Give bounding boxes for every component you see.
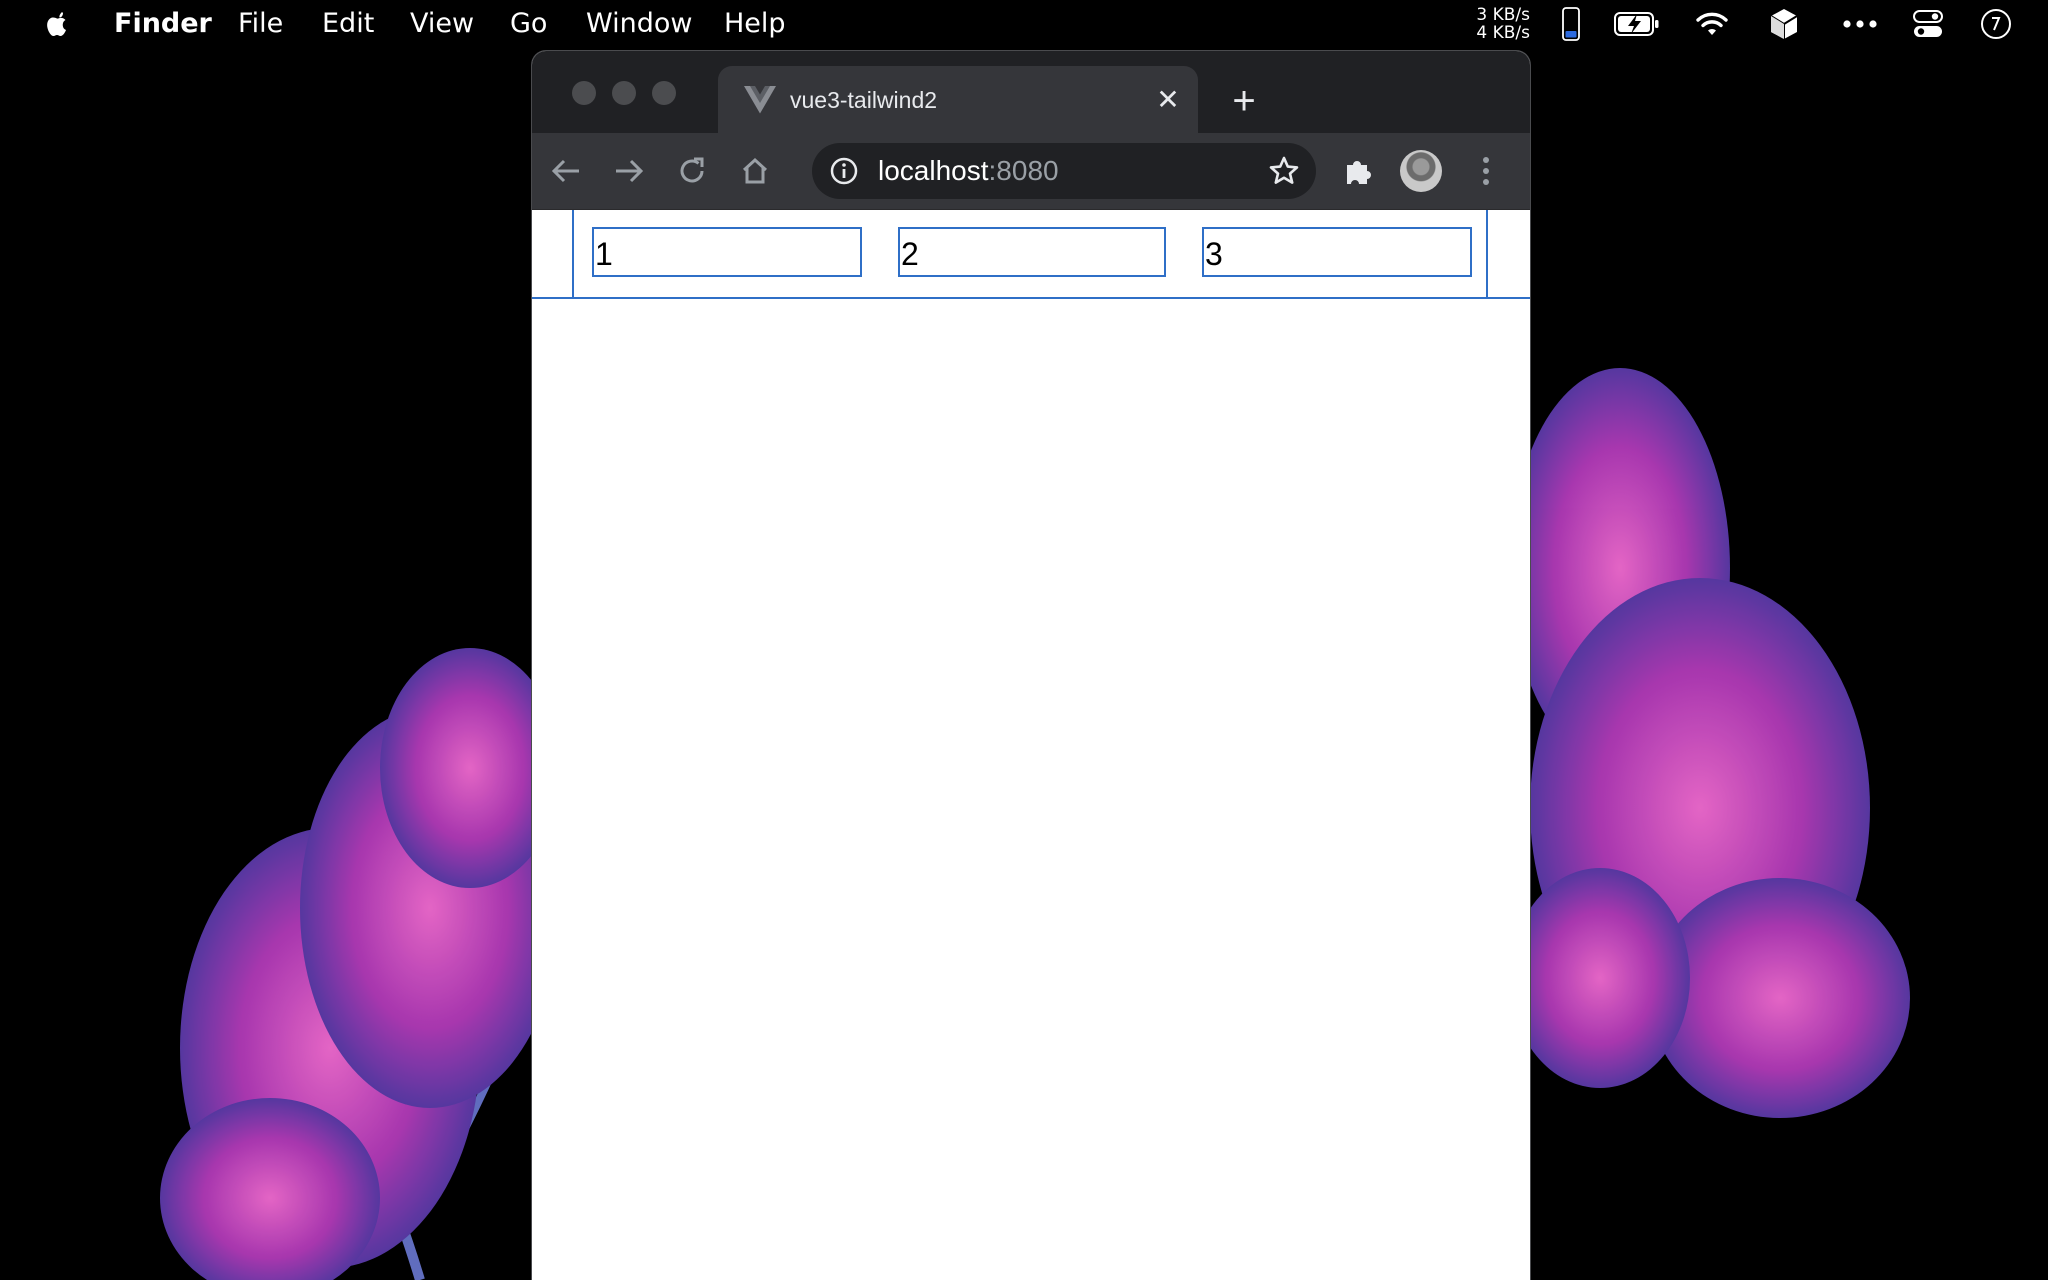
- site-info-icon[interactable]: [830, 157, 858, 185]
- home-icon[interactable]: [737, 153, 773, 189]
- control-center-icon[interactable]: [1910, 6, 1946, 42]
- vue-logo-icon: [744, 86, 776, 114]
- browser-menu-kebab-icon[interactable]: [1468, 153, 1504, 189]
- url-host: localhost: [878, 155, 989, 186]
- apple-icon[interactable]: [42, 8, 72, 40]
- browser-tab-active[interactable]: vue3-tailwind2 ✕: [718, 66, 1198, 133]
- input-row: [532, 210, 1530, 299]
- text-input-1[interactable]: [592, 227, 862, 277]
- wifi-icon[interactable]: [1692, 6, 1732, 42]
- text-input-2[interactable]: [898, 227, 1166, 277]
- forward-arrow-icon[interactable]: [611, 153, 647, 189]
- bookmark-star-icon[interactable]: [1268, 155, 1300, 187]
- page-viewport: [532, 210, 1530, 1280]
- network-speed-readout[interactable]: 3 KB/s 4 KB/s: [1470, 6, 1530, 42]
- window-minimize-button[interactable]: [612, 81, 636, 105]
- address-bar[interactable]: localhost:8080: [812, 143, 1316, 199]
- menu-edit[interactable]: Edit: [322, 0, 374, 48]
- back-arrow-icon[interactable]: [548, 153, 584, 189]
- tab-close-icon[interactable]: ✕: [1152, 84, 1184, 116]
- new-tab-button[interactable]: +: [1226, 81, 1262, 121]
- tab-strip: vue3-tailwind2 ✕ +: [532, 51, 1530, 133]
- macos-menu-bar: Finder File Edit View Go Window Help 3 K…: [0, 0, 2048, 48]
- browser-toolbar: localhost:8080: [532, 133, 1530, 210]
- input-container: [572, 210, 1488, 297]
- menu-window[interactable]: Window: [586, 0, 692, 48]
- more-dots-icon[interactable]: [1840, 6, 1880, 42]
- browser-window: vue3-tailwind2 ✕ + localhost:8080: [532, 51, 1530, 1280]
- flower-left: [160, 648, 560, 1280]
- url-port: :8080: [988, 155, 1059, 186]
- reload-icon[interactable]: [674, 153, 710, 189]
- tab-title: vue3-tailwind2: [790, 87, 938, 113]
- menu-file[interactable]: File: [238, 0, 283, 48]
- menu-go[interactable]: Go: [510, 0, 547, 48]
- net-down-speed: 4 KB/s: [1476, 23, 1530, 43]
- net-up-speed: 3 KB/s: [1476, 5, 1530, 25]
- battery-phone-icon[interactable]: [1558, 6, 1584, 42]
- battery-charging-icon[interactable]: [1612, 6, 1662, 42]
- extensions-puzzle-icon[interactable]: [1340, 153, 1376, 189]
- address-url: localhost:8080: [878, 154, 1059, 188]
- profile-avatar[interactable]: [1400, 150, 1442, 192]
- cube-app-icon[interactable]: [1766, 6, 1802, 42]
- menu-help[interactable]: Help: [724, 0, 786, 48]
- flower-right: [1510, 368, 1910, 1118]
- text-input-3[interactable]: [1202, 227, 1472, 277]
- menu-view[interactable]: View: [410, 0, 474, 48]
- window-close-button[interactable]: [572, 81, 596, 105]
- window-zoom-button[interactable]: [652, 81, 676, 105]
- clock-icon[interactable]: [1978, 6, 2014, 42]
- menu-app-finder[interactable]: Finder: [114, 0, 212, 48]
